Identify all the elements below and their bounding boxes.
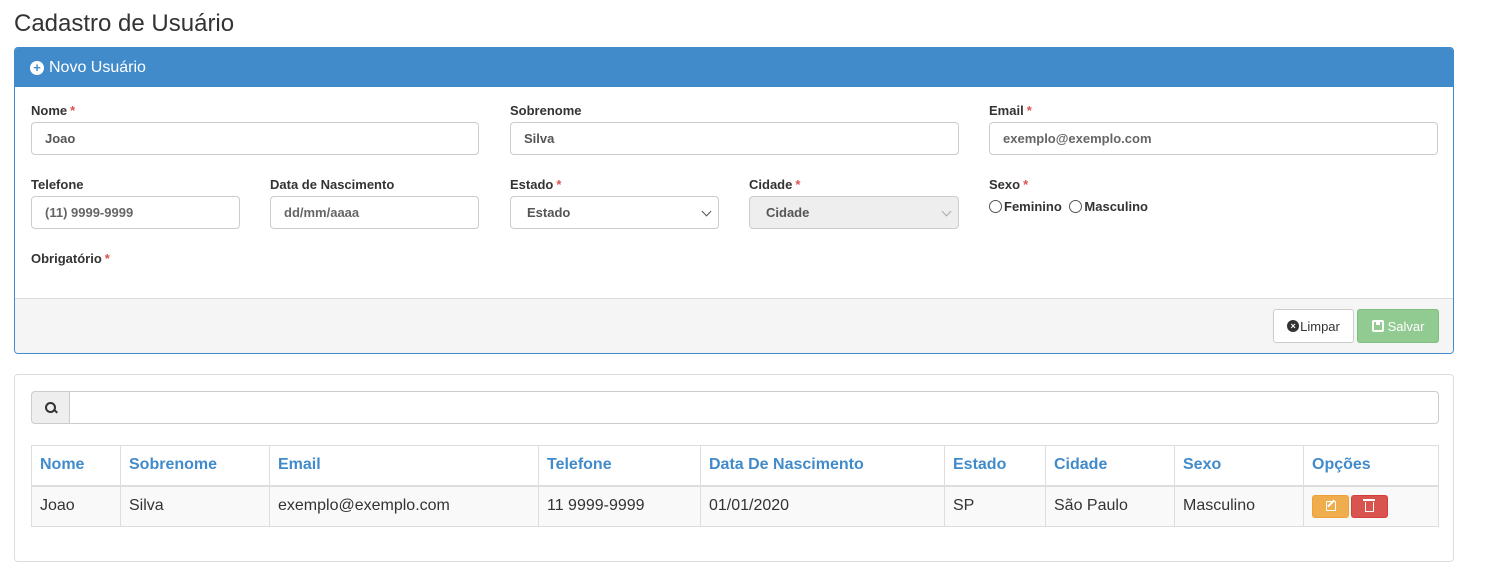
table-header-row: Nome Sobrenome Email Telefone Data De Na…	[31, 445, 1439, 487]
radio-feminino-label: Feminino	[1004, 199, 1062, 214]
cell-sobrenome: Silva	[120, 485, 270, 527]
email-input[interactable]: exemplo@exemplo.com	[989, 122, 1438, 155]
col-header-telefone[interactable]: Telefone	[538, 445, 701, 487]
limpar-button[interactable]: × Limpar	[1273, 309, 1354, 343]
col-header-nome[interactable]: Nome	[31, 445, 121, 487]
col-header-estado[interactable]: Estado	[944, 445, 1046, 487]
users-table-panel: Nome Sobrenome Email Telefone Data De Na…	[14, 374, 1454, 562]
cell-cidade: São Paulo	[1045, 485, 1175, 527]
panel-footer	[15, 298, 1453, 353]
estado-select[interactable]: Estado	[510, 196, 719, 229]
estado-selected: Estado	[527, 205, 571, 220]
data-nascimento-label: Data de Nascimento	[270, 177, 395, 192]
page-title: Cadastro de Usuário	[14, 10, 235, 37]
limpar-label: Limpar	[1300, 318, 1340, 334]
sexo-radio-group: Feminino Masculino	[989, 199, 1152, 214]
telefone-input[interactable]: (11) 9999-9999	[31, 196, 240, 229]
floppy-icon	[1371, 320, 1384, 332]
col-header-cidade[interactable]: Cidade	[1045, 445, 1175, 487]
edit-button[interactable]	[1312, 494, 1349, 518]
chevron-down-icon	[701, 206, 712, 217]
sobrenome-input[interactable]: Silva	[510, 122, 959, 155]
salvar-label: Salvar	[1387, 318, 1425, 334]
telefone-label: Telefone	[31, 177, 84, 192]
new-user-panel: + Novo Usuário Nome * Joao Sobrenome Silv…	[14, 47, 1454, 354]
delete-button[interactable]	[1351, 494, 1388, 518]
cell-data-nascimento: 01/01/2020	[700, 485, 945, 527]
radio-feminino[interactable]	[989, 200, 1002, 213]
col-header-data-nascimento[interactable]: Data De Nascimento	[700, 445, 945, 487]
nome-input[interactable]: Joao	[31, 122, 479, 155]
salvar-button[interactable]: Salvar	[1357, 309, 1439, 343]
search-icon	[45, 402, 56, 413]
panel-body: Nome * Joao Sobrenome Silva Email * exempl…	[15, 87, 1453, 299]
cell-sexo: Masculino	[1174, 485, 1304, 527]
email-label: Email *	[989, 103, 1032, 118]
obrigatorio-label: Obrigatório *	[31, 251, 110, 266]
cell-telefone: 11 9999-9999	[538, 485, 701, 527]
table-row: Joao Silva exemplo@exemplo.com 11 9999-9…	[31, 485, 1439, 527]
panel-heading: + Novo Usuário	[15, 48, 1453, 87]
estado-label: Estado *	[510, 177, 562, 192]
search-input[interactable]	[69, 391, 1439, 424]
col-header-sexo[interactable]: Sexo	[1174, 445, 1304, 487]
data-nascimento-input[interactable]: dd/mm/aaaa	[270, 196, 479, 229]
sobrenome-label: Sobrenome	[510, 103, 582, 118]
panel-heading-title: Novo Usuário	[49, 58, 146, 76]
plus-circle-icon: +	[30, 60, 44, 75]
radio-masculino-label: Masculino	[1084, 199, 1148, 214]
radio-masculino[interactable]	[1069, 200, 1083, 213]
cell-nome: Joao	[31, 485, 121, 527]
chevron-down-icon	[941, 206, 952, 217]
cell-email: exemplo@exemplo.com	[269, 485, 539, 527]
cell-opcoes	[1303, 485, 1439, 527]
trash-icon	[1363, 499, 1375, 513]
col-header-email[interactable]: Email	[269, 445, 539, 487]
edit-icon	[1325, 501, 1336, 512]
users-table: Nome Sobrenome Email Telefone Data De Na…	[31, 445, 1439, 527]
nome-label: Nome *	[31, 103, 76, 118]
sexo-label: Sexo *	[989, 177, 1029, 192]
times-circle-icon: ×	[1287, 320, 1300, 332]
cell-estado: SP	[944, 485, 1046, 527]
cidade-select: Cidade	[749, 196, 959, 229]
col-header-sobrenome[interactable]: Sobrenome	[120, 445, 270, 487]
col-header-opcoes: Opções	[1303, 445, 1439, 487]
cidade-label: Cidade *	[749, 177, 801, 192]
search-addon	[31, 391, 69, 424]
cidade-selected: Cidade	[766, 205, 810, 220]
